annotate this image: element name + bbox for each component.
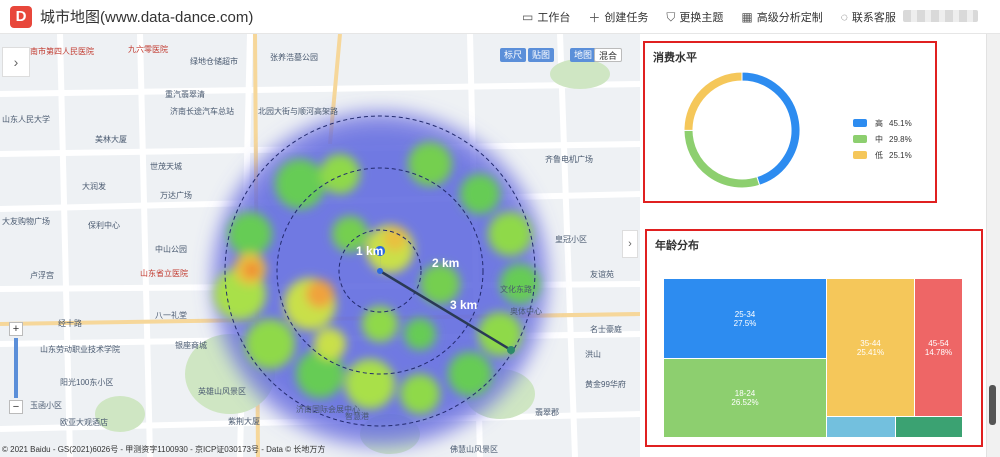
treemap-block-35-44[interactable]: 35-44 25.41%: [827, 279, 915, 416]
age-title: 年龄分布: [655, 240, 699, 252]
city-map[interactable]: 济南市第四人民医院 九六零医院 绿地仓储超市 张养浩墓公园 山东人民大学 美林大…: [0, 34, 640, 457]
ring-label-3km: 3 km: [450, 298, 478, 312]
map-poi[interactable]: 保利中心: [88, 220, 120, 231]
ruler-button[interactable]: 标尺: [500, 48, 527, 62]
map-poi[interactable]: 佛慧山风景区: [450, 444, 498, 455]
map-poi[interactable]: 洪山: [585, 349, 601, 360]
donut-slice-高[interactable]: [741, 71, 801, 186]
map-poi[interactable]: 山东劳动职业技术学院: [40, 344, 120, 355]
ring-label-2km: 2 km: [432, 256, 460, 270]
legend-swatch: [853, 135, 867, 143]
treemap-block-small-1[interactable]: [827, 416, 896, 437]
legend-swatch: [853, 119, 867, 127]
consumption-legend: 高 45.1% 中 29.8% 低 25.1%: [853, 115, 912, 163]
age-card: 年龄分布 25-34 27.5% 18-24 26.52% 35-44 25.41% …: [645, 229, 983, 447]
map-poi[interactable]: 大友购物广场: [2, 216, 50, 227]
nav-change-theme[interactable]: ⛉ 更换主题: [666, 9, 723, 25]
panel-scrollbar-thumb[interactable]: [989, 385, 996, 425]
donut-slice-中[interactable]: [683, 129, 761, 189]
zoom-in-button[interactable]: +: [9, 322, 23, 336]
treemap-block-45-54[interactable]: 45-54 14.78%: [915, 279, 962, 416]
treemap-block-small-2[interactable]: [896, 416, 962, 437]
map-poi[interactable]: 名士豪庭: [590, 324, 622, 335]
chevron-right-icon: ›: [628, 238, 632, 250]
nav-workbench[interactable]: ▭ 工作台: [522, 9, 570, 25]
age-treemap: 25-34 27.5% 18-24 26.52% 35-44 25.41% 45-54…: [664, 279, 962, 437]
map-poi[interactable]: 八一礼堂: [155, 310, 187, 321]
map-poi[interactable]: 银座商城: [175, 340, 207, 351]
expand-sidebar-button[interactable]: ›: [2, 47, 30, 77]
analysis-panel: 消费水平 高 45.1% 中 29.8% 低 25.1% 年龄分布 25-34 27.5…: [640, 34, 986, 457]
map-poi[interactable]: 黄金99华府: [585, 379, 626, 390]
map-poi[interactable]: 山东省立医院: [140, 268, 188, 279]
ring-label-1km: 1 km: [356, 244, 384, 258]
map-poi[interactable]: 玉函小区: [30, 400, 62, 411]
map-poi[interactable]: 智慧港: [345, 411, 369, 422]
map-poi[interactable]: 友谊苑: [590, 269, 614, 280]
map-copyright: © 2021 Baidu - GS(2021)6026号 - 甲测资字11009…: [2, 445, 326, 454]
app-header: D 城市地图(www.data-dance.com) ▭ 工作台 ＋创建任务 ⛉ 更…: [0, 0, 1000, 34]
map-poi[interactable]: 张养浩墓公园: [270, 52, 318, 63]
map-poi[interactable]: 世茂天城: [150, 161, 182, 172]
map-poi[interactable]: 北园大街与顺河高架路: [258, 106, 338, 117]
top-nav: ▭ 工作台 ＋创建任务 ⛉ 更换主题 ▦ 高级分析定制 ◌ 联系客服: [522, 0, 914, 34]
map-poi[interactable]: 奥体中心: [510, 306, 542, 317]
map-poi[interactable]: 绿地仓储超市: [190, 56, 238, 67]
monitor-icon: ▭: [522, 10, 534, 24]
map-poi[interactable]: 齐鲁电机广场: [545, 154, 593, 165]
zoom-slider[interactable]: [14, 338, 18, 398]
map-poi[interactable]: 文化东路: [500, 284, 532, 295]
map-poi[interactable]: 万达广场: [160, 190, 192, 201]
legend-item[interactable]: 高 45.1%: [853, 115, 912, 131]
user-info-blurred[interactable]: [903, 10, 978, 22]
legend-swatch: [853, 151, 867, 159]
consumption-card: 消费水平 高 45.1% 中 29.8% 低 25.1%: [643, 41, 937, 203]
map-poi[interactable]: 济南长途汽车总站: [170, 106, 234, 117]
shirt-icon: ⛉: [666, 9, 676, 24]
map-poi[interactable]: 紫荆大厦: [228, 416, 260, 427]
chevron-right-icon: ›: [13, 54, 19, 70]
map-poi[interactable]: 大润发: [82, 181, 106, 192]
map-poi[interactable]: 英雄山风景区: [198, 386, 246, 397]
map-poi[interactable]: 山东人民大学: [2, 114, 50, 125]
map-canvas: [0, 34, 640, 457]
map-poi[interactable]: 济南市第四人民医院: [22, 46, 94, 57]
map-poi[interactable]: 欧亚大观酒店: [60, 417, 108, 428]
treemap-block-25-34[interactable]: 25-34 27.5%: [664, 279, 827, 359]
map-poi[interactable]: 阳光100东小区: [60, 377, 113, 388]
hybrid-mode-button[interactable]: 混合: [594, 48, 623, 62]
legend-item[interactable]: 低 25.1%: [853, 147, 912, 163]
collapse-panel-button[interactable]: ›: [622, 230, 638, 258]
nav-create-task[interactable]: ＋创建任务: [588, 9, 648, 26]
map-mode-button[interactable]: 地图: [570, 48, 597, 62]
nav-contact-support[interactable]: ◌ 联系客服: [841, 9, 896, 25]
map-poi[interactable]: 皇冠小区: [555, 234, 587, 245]
donut-slice-低[interactable]: [683, 71, 743, 131]
treemap-block-18-24[interactable]: 18-24 26.52%: [664, 359, 827, 437]
map-poi[interactable]: 美林大厦: [95, 134, 127, 145]
calendar-icon: ▦: [741, 10, 753, 24]
tile-button[interactable]: 贴图: [528, 48, 555, 62]
map-poi[interactable]: 卢浮宫: [30, 270, 54, 281]
app-logo: D: [10, 5, 32, 28]
nav-advanced-analysis[interactable]: ▦ 高级分析定制: [741, 9, 822, 25]
map-poi[interactable]: 九六零医院: [128, 44, 168, 55]
map-poi[interactable]: 翡翠郡: [535, 407, 559, 418]
zoom-control[interactable]: + −: [9, 322, 23, 422]
app-title: 城市地图(www.data-dance.com): [40, 9, 254, 26]
legend-item[interactable]: 中 29.8%: [853, 131, 912, 147]
zoom-out-button[interactable]: −: [9, 400, 23, 414]
map-poi[interactable]: 中山公园: [155, 244, 187, 255]
plus-icon: ＋: [588, 10, 601, 25]
map-poi[interactable]: 重汽翡翠清: [165, 89, 205, 100]
headset-icon: ◌: [840, 10, 848, 24]
map-poi[interactable]: 经十路: [58, 318, 82, 329]
